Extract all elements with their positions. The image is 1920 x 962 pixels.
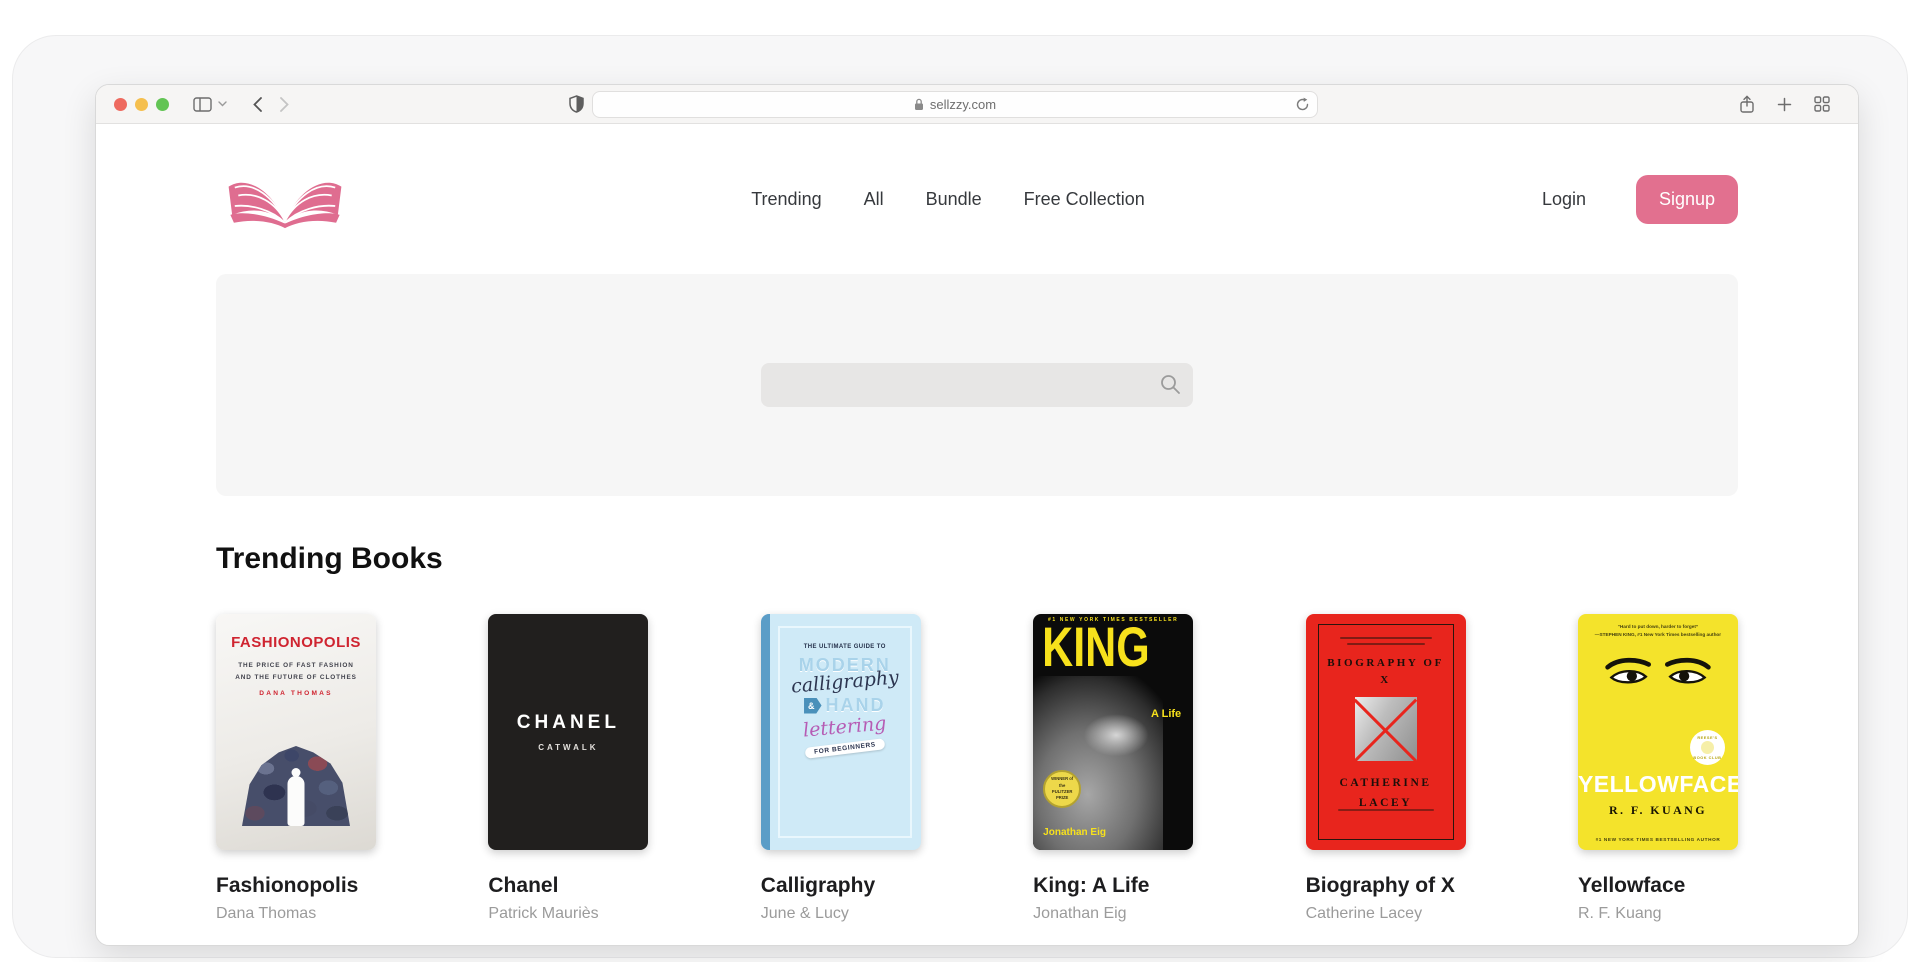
browser-window: sellzzy.com <box>95 84 1859 946</box>
cover-subtitle: A Life <box>1151 708 1181 720</box>
close-window-button[interactable] <box>114 98 127 111</box>
book-author: R. F. Kuang <box>1578 905 1738 923</box>
book-author: Catherine Lacey <box>1306 905 1466 923</box>
book-cover-chanel: CHANEL CATWALK <box>488 614 648 850</box>
cover-title: FASHIONOPOLIS <box>216 634 376 651</box>
book-logo[interactable] <box>216 162 354 236</box>
quote-text: “Hard to put down, harder to forget” <box>1578 623 1738 631</box>
nav-trending[interactable]: Trending <box>751 189 821 210</box>
quote-attribution: —STEPHEN KING, #1 New York Times bestsel… <box>1578 631 1738 639</box>
book-title: Calligraphy <box>761 874 921 898</box>
cover-subtitle-line1: THE PRICE OF FAST FASHION <box>216 660 376 672</box>
cover-author-line1: CATHERINE <box>1339 774 1431 794</box>
badge-dot <box>1701 741 1714 754</box>
share-icon[interactable] <box>1739 95 1755 113</box>
nav-all[interactable]: All <box>864 189 884 210</box>
minimize-window-button[interactable] <box>135 98 148 111</box>
site-header: Trending All Bundle Free Collection Logi… <box>96 124 1858 274</box>
search-box <box>761 363 1193 407</box>
nav-bundle[interactable]: Bundle <box>926 189 982 210</box>
cover-frame: BIOGRAPHY OF X CATHERINE LACEY <box>1318 624 1454 840</box>
login-link[interactable]: Login <box>1542 189 1586 210</box>
pulitzer-badge: WINNER of the PULITZER PRIZE <box>1043 770 1081 808</box>
cover-subtitle-line2: AND THE FUTURE OF CLOTHES <box>216 672 376 684</box>
quote-line-art <box>1340 637 1432 639</box>
url-text: sellzzy.com <box>930 97 996 112</box>
footer-line-art <box>1338 809 1434 811</box>
cover-author: DANA THOMAS <box>216 690 376 697</box>
traffic-lights <box>114 98 169 111</box>
cover-quote: “Hard to put down, harder to forget” —ST… <box>1578 623 1738 639</box>
book-author: Jonathan Eig <box>1033 905 1193 923</box>
ampersand-tag: & <box>804 698 822 714</box>
cover-title: YELLOWFACE <box>1578 771 1738 798</box>
badge-bottom-text: BOOK CLUB <box>1693 755 1721 760</box>
cover-kicker: THE ULTIMATE GUIDE TO <box>804 644 886 650</box>
quote-line-art <box>1347 643 1425 645</box>
search-input[interactable] <box>761 363 1193 407</box>
cover-title: BIOGRAPHY OF <box>1327 657 1444 669</box>
book-cover-yellowface: “Hard to put down, harder to forget” —ST… <box>1578 614 1738 850</box>
book-card-fashionopolis[interactable]: FASHIONOPOLIS THE PRICE OF FAST FASHION … <box>216 614 376 923</box>
book-title: King: A Life <box>1033 874 1193 898</box>
search-icon[interactable] <box>1160 374 1181 400</box>
toolbar-right-icons <box>1739 95 1830 113</box>
cover-ribbon: FOR BEGINNERS <box>804 738 885 759</box>
nav-free-collection[interactable]: Free Collection <box>1024 189 1145 210</box>
cover-brand: CHANEL <box>517 712 620 734</box>
book-card-king[interactable]: #1 NEW YORK TIMES BESTSELLER KING A Life… <box>1033 614 1193 923</box>
cover-footer: #1 NEW YORK TIMES BESTSELLING AUTHOR <box>1578 837 1738 842</box>
book-title: Biography of X <box>1306 874 1466 898</box>
tab-overview-icon[interactable] <box>1814 95 1830 113</box>
figure-art <box>288 776 305 826</box>
eyes-art <box>1578 655 1738 692</box>
cover-subtitle: THE PRICE OF FAST FASHION AND THE FUTURE… <box>216 660 376 683</box>
book-card-yellowface[interactable]: “Hard to put down, harder to forget” —ST… <box>1578 614 1738 923</box>
book-author: Dana Thomas <box>216 905 376 923</box>
book-cover-fashionopolis: FASHIONOPOLIS THE PRICE OF FAST FASHION … <box>216 614 376 850</box>
address-bar[interactable]: sellzzy.com <box>592 91 1318 118</box>
cover-title: KING <box>1033 623 1150 673</box>
x-photo-art <box>1355 697 1417 761</box>
shield-icon[interactable] <box>569 95 584 113</box>
book-club-badge: REESE'S BOOK CLUB <box>1690 730 1725 765</box>
forward-icon[interactable] <box>280 97 289 112</box>
reload-icon[interactable] <box>1296 97 1309 112</box>
zoom-window-button[interactable] <box>156 98 169 111</box>
book-title: Yellowface <box>1578 874 1738 898</box>
book-cover-biography-of-x: BIOGRAPHY OF X CATHERINE LACEY <box>1306 614 1466 850</box>
hero-panel <box>216 274 1738 496</box>
book-title: Fashionopolis <box>216 874 376 898</box>
cover-author: CATHERINE LACEY <box>1339 774 1431 813</box>
section-title: Trending Books <box>216 542 1738 576</box>
book-card-calligraphy[interactable]: THE ULTIMATE GUIDE TO MODERN calligraphy… <box>761 614 921 923</box>
portrait-art <box>1033 676 1163 850</box>
new-tab-icon[interactable] <box>1777 95 1792 113</box>
cover-subtitle: CATWALK <box>538 743 598 752</box>
signup-button[interactable]: Signup <box>1636 175 1738 224</box>
sidebar-icon[interactable] <box>193 97 212 112</box>
book-author: June & Lucy <box>761 905 921 923</box>
main-nav: Trending All Bundle Free Collection <box>354 189 1542 210</box>
lock-icon <box>914 98 924 111</box>
book-card-biography-of-x[interactable]: BIOGRAPHY OF X CATHERINE LACEY Biography… <box>1306 614 1466 923</box>
cover-line-lettering: lettering <box>802 712 887 741</box>
book-cover-calligraphy: THE ULTIMATE GUIDE TO MODERN calligraphy… <box>761 614 921 850</box>
book-author: Patrick Mauriès <box>488 905 648 923</box>
spine-art <box>761 614 770 850</box>
book-card-chanel[interactable]: CHANEL CATWALK Chanel Patrick Mauriès <box>488 614 648 923</box>
auth-actions: Login Signup <box>1542 175 1738 224</box>
back-icon[interactable] <box>253 97 262 112</box>
badge-top-text: REESE'S <box>1697 735 1717 740</box>
chevron-down-icon[interactable] <box>218 101 227 107</box>
book-grid: FASHIONOPOLIS THE PRICE OF FAST FASHION … <box>216 614 1738 923</box>
cover-frame: THE ULTIMATE GUIDE TO MODERN calligraphy… <box>778 626 912 838</box>
cover-author: R. F. KUANG <box>1578 803 1738 818</box>
cover-title-x: X <box>1380 674 1391 686</box>
browser-toolbar: sellzzy.com <box>96 85 1858 124</box>
book-title: Chanel <box>488 874 648 898</box>
book-cover-king: #1 NEW YORK TIMES BESTSELLER KING A Life… <box>1033 614 1193 850</box>
cover-author: Jonathan Eig <box>1043 827 1106 838</box>
